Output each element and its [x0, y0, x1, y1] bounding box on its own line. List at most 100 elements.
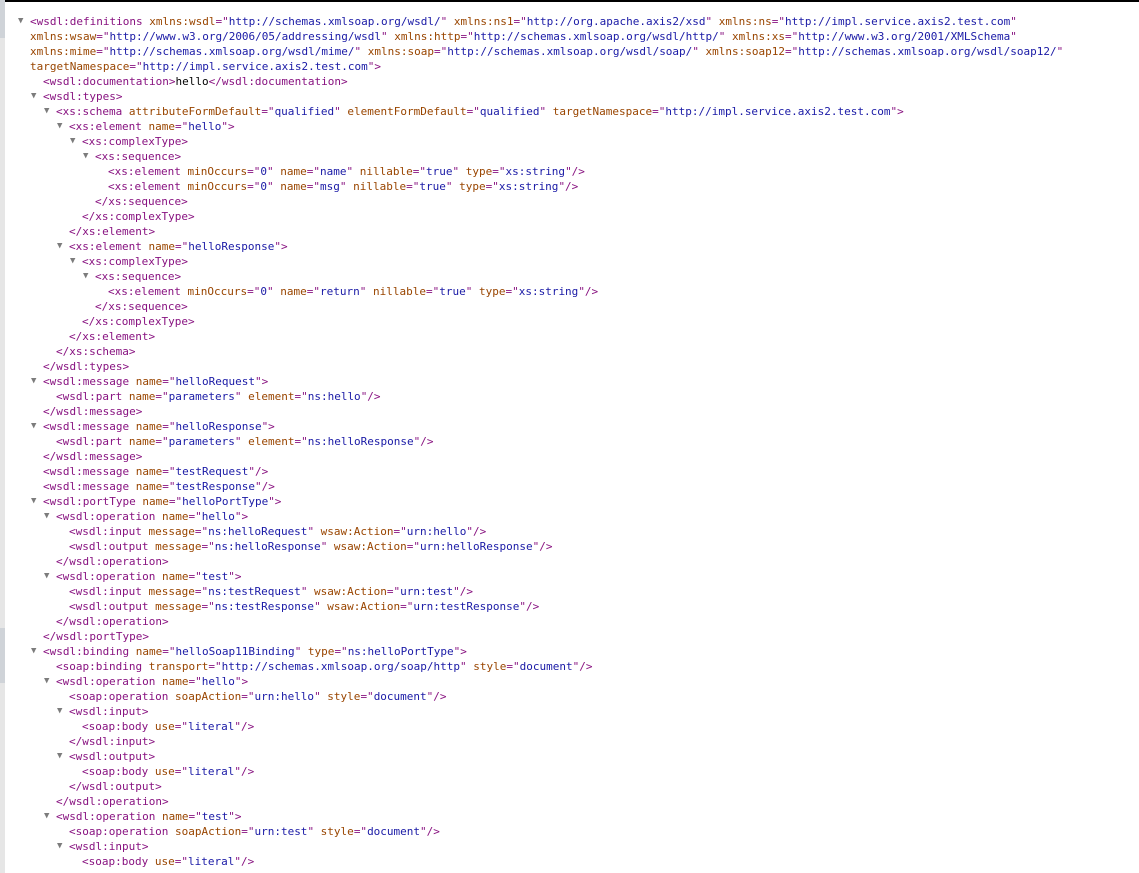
triangle-down-icon[interactable]: ▼: [44, 809, 54, 824]
triangle-down-icon[interactable]: ▼: [83, 149, 93, 164]
xml-line: </wsdl:operation>: [18, 614, 1139, 629]
triangle-down-icon[interactable]: ▼: [70, 254, 80, 269]
triangle-down-icon[interactable]: ▼: [31, 374, 41, 389]
xml-line-content: </xs:complexType>: [82, 209, 195, 224]
xml-tag-text: =": [406, 540, 421, 553]
xml-attr-value: http://www.w3.org/2001/XMLSchema: [798, 30, 1011, 43]
xml-tag-text: =": [400, 600, 414, 613]
xml-tag-text: <wsdl:message: [43, 480, 130, 493]
xml-tag-text: =": [393, 525, 407, 538]
xml-tag-text: =": [334, 645, 348, 658]
triangle-down-icon[interactable]: ▼: [57, 839, 67, 854]
triangle-down-icon[interactable]: ▼: [18, 14, 28, 29]
xml-attr-name: name: [155, 810, 189, 823]
xml-tag-text: ": [1056, 45, 1064, 58]
xml-tag-text: =": [194, 525, 209, 538]
xml-attr-value: http://impl.service.axis2.test.com: [665, 105, 891, 118]
xml-line-content: <xs:sequence>: [95, 149, 181, 164]
xml-line-content: <wsdl:input>: [69, 704, 148, 719]
xml-tag-text: <xs:element: [108, 180, 181, 193]
xml-attr-value: hello: [201, 675, 235, 688]
xml-tag-text: =": [155, 435, 169, 448]
xml-attr-value: return: [319, 285, 360, 298]
xml-attr-name: type: [301, 645, 335, 658]
xml-attr-name: nillable: [366, 285, 426, 298]
xml-tag-text: </xs:sequence>: [95, 300, 188, 313]
xml-tag-text: "/>: [234, 720, 255, 733]
xml-attr-value: true: [419, 180, 446, 193]
xml-tag-text: <soap:operation: [69, 825, 169, 838]
xml-attr-value: http://schemas.xmlsoap.org/soap/http: [221, 660, 460, 673]
xml-tag-text: =": [162, 375, 176, 388]
xml-tag-text: =": [168, 495, 183, 508]
xml-tag-text: "/>: [466, 525, 487, 538]
xml-attr-name: name: [155, 510, 189, 523]
xml-line: <xs:element minOccurs="0" name="msg" nil…: [18, 179, 1139, 194]
triangle-down-icon[interactable]: ▼: [31, 644, 41, 659]
xml-tag-text: =": [174, 855, 188, 868]
xml-tag-text: <wsdl:definitions: [30, 15, 143, 28]
triangle-down-icon[interactable]: ▼: [31, 494, 41, 509]
triangle-down-icon[interactable]: ▼: [70, 134, 80, 149]
xml-attr-name: name: [129, 480, 163, 493]
triangle-down-icon[interactable]: ▼: [83, 269, 93, 284]
xml-tag-text: =": [247, 180, 261, 193]
xml-attr-value: literal: [187, 855, 235, 868]
triangle-down-icon[interactable]: ▼: [44, 104, 54, 119]
xml-line: ▼ <xs:complexType>: [18, 134, 1139, 149]
triangle-down-icon[interactable]: ▼: [31, 419, 41, 434]
xml-tag-text: <wsdl:operation: [56, 570, 156, 583]
xml-attr-name: name: [135, 495, 169, 508]
xml-attr-value: true: [439, 285, 466, 298]
triangle-down-icon[interactable]: ▼: [57, 239, 67, 254]
xml-attr-name: element: [241, 435, 295, 448]
triangle-down-icon[interactable]: ▼: [44, 509, 54, 524]
xml-tag-text: <wsdl:portType: [43, 495, 136, 508]
xml-line-content: <wsdl:documentation>hello</wsdl:document…: [43, 74, 348, 89]
xml-attr-value: hello: [201, 510, 235, 523]
xml-tag-text: ">: [268, 495, 282, 508]
xml-attr-name: name: [129, 645, 163, 658]
xml-tag-text: <soap:body: [82, 720, 149, 733]
triangle-down-icon[interactable]: ▼: [57, 704, 67, 719]
xml-attr-value: helloResponse: [188, 240, 275, 253]
xml-tag-text: ": [692, 45, 699, 58]
xml-line-content: </wsdl:types>: [43, 359, 129, 374]
triangle-down-icon[interactable]: ▼: [57, 119, 67, 134]
triangle-down-icon[interactable]: ▼: [44, 569, 54, 584]
xml-tag-text: "/>: [420, 825, 440, 838]
xml-tag-text: =": [241, 690, 255, 703]
xml-attr-name: xmlns:wsdl: [142, 15, 216, 28]
xml-attr-name: style: [314, 825, 354, 838]
triangle-down-icon[interactable]: ▼: [57, 749, 67, 764]
xml-attr-name: name: [273, 180, 307, 193]
xml-attr-value: xs:string: [505, 165, 566, 178]
triangle-down-icon[interactable]: ▼: [44, 674, 54, 689]
xml-line-content: <wsdl:message name="testResponse"/>: [43, 479, 275, 494]
xml-tag-text: "/>: [426, 690, 447, 703]
xml-attr-name: xmlns:http: [387, 30, 461, 43]
xml-attr-value: ns:testRequest: [208, 585, 301, 598]
xml-tag-text: <xs:schema: [56, 105, 123, 118]
xml-attr-name: targetNamespace: [30, 60, 130, 73]
xml-line: <wsdl:output message="ns:testResponse" w…: [18, 599, 1139, 614]
triangle-down-icon[interactable]: ▼: [31, 89, 41, 104]
xml-tag-text: =": [247, 285, 261, 298]
xml-tag-text: ">: [234, 510, 249, 523]
xml-line-content: <wsdl:message name="testRequest"/>: [43, 464, 268, 479]
xml-tag-text: =": [785, 30, 799, 43]
xml-line-content: </wsdl:output>: [69, 779, 162, 794]
xml-attr-value: ns:helloResponse: [307, 435, 414, 448]
xml-line: </xs:complexType>: [18, 209, 1139, 224]
xml-attr-value: urn:test: [400, 585, 454, 598]
xml-attr-name: xmlns:ns: [712, 15, 772, 28]
xml-tag-text: </wsdl:operation>: [56, 615, 169, 628]
xml-tag-text: =": [208, 660, 222, 673]
xml-line: </wsdl:message>: [18, 404, 1139, 419]
xml-line: ▼ <xs:element name="helloResponse">: [18, 239, 1139, 254]
xml-line: <soap:body use="literal"/>: [18, 854, 1139, 869]
xml-tag-text: "/>: [248, 465, 269, 478]
xml-line-content: </xs:element>: [69, 224, 155, 239]
xml-tree-viewer: ▼ <wsdl:definitions xmlns:wsdl="http://sc…: [18, 14, 1139, 869]
xml-tag-text: =": [188, 810, 202, 823]
